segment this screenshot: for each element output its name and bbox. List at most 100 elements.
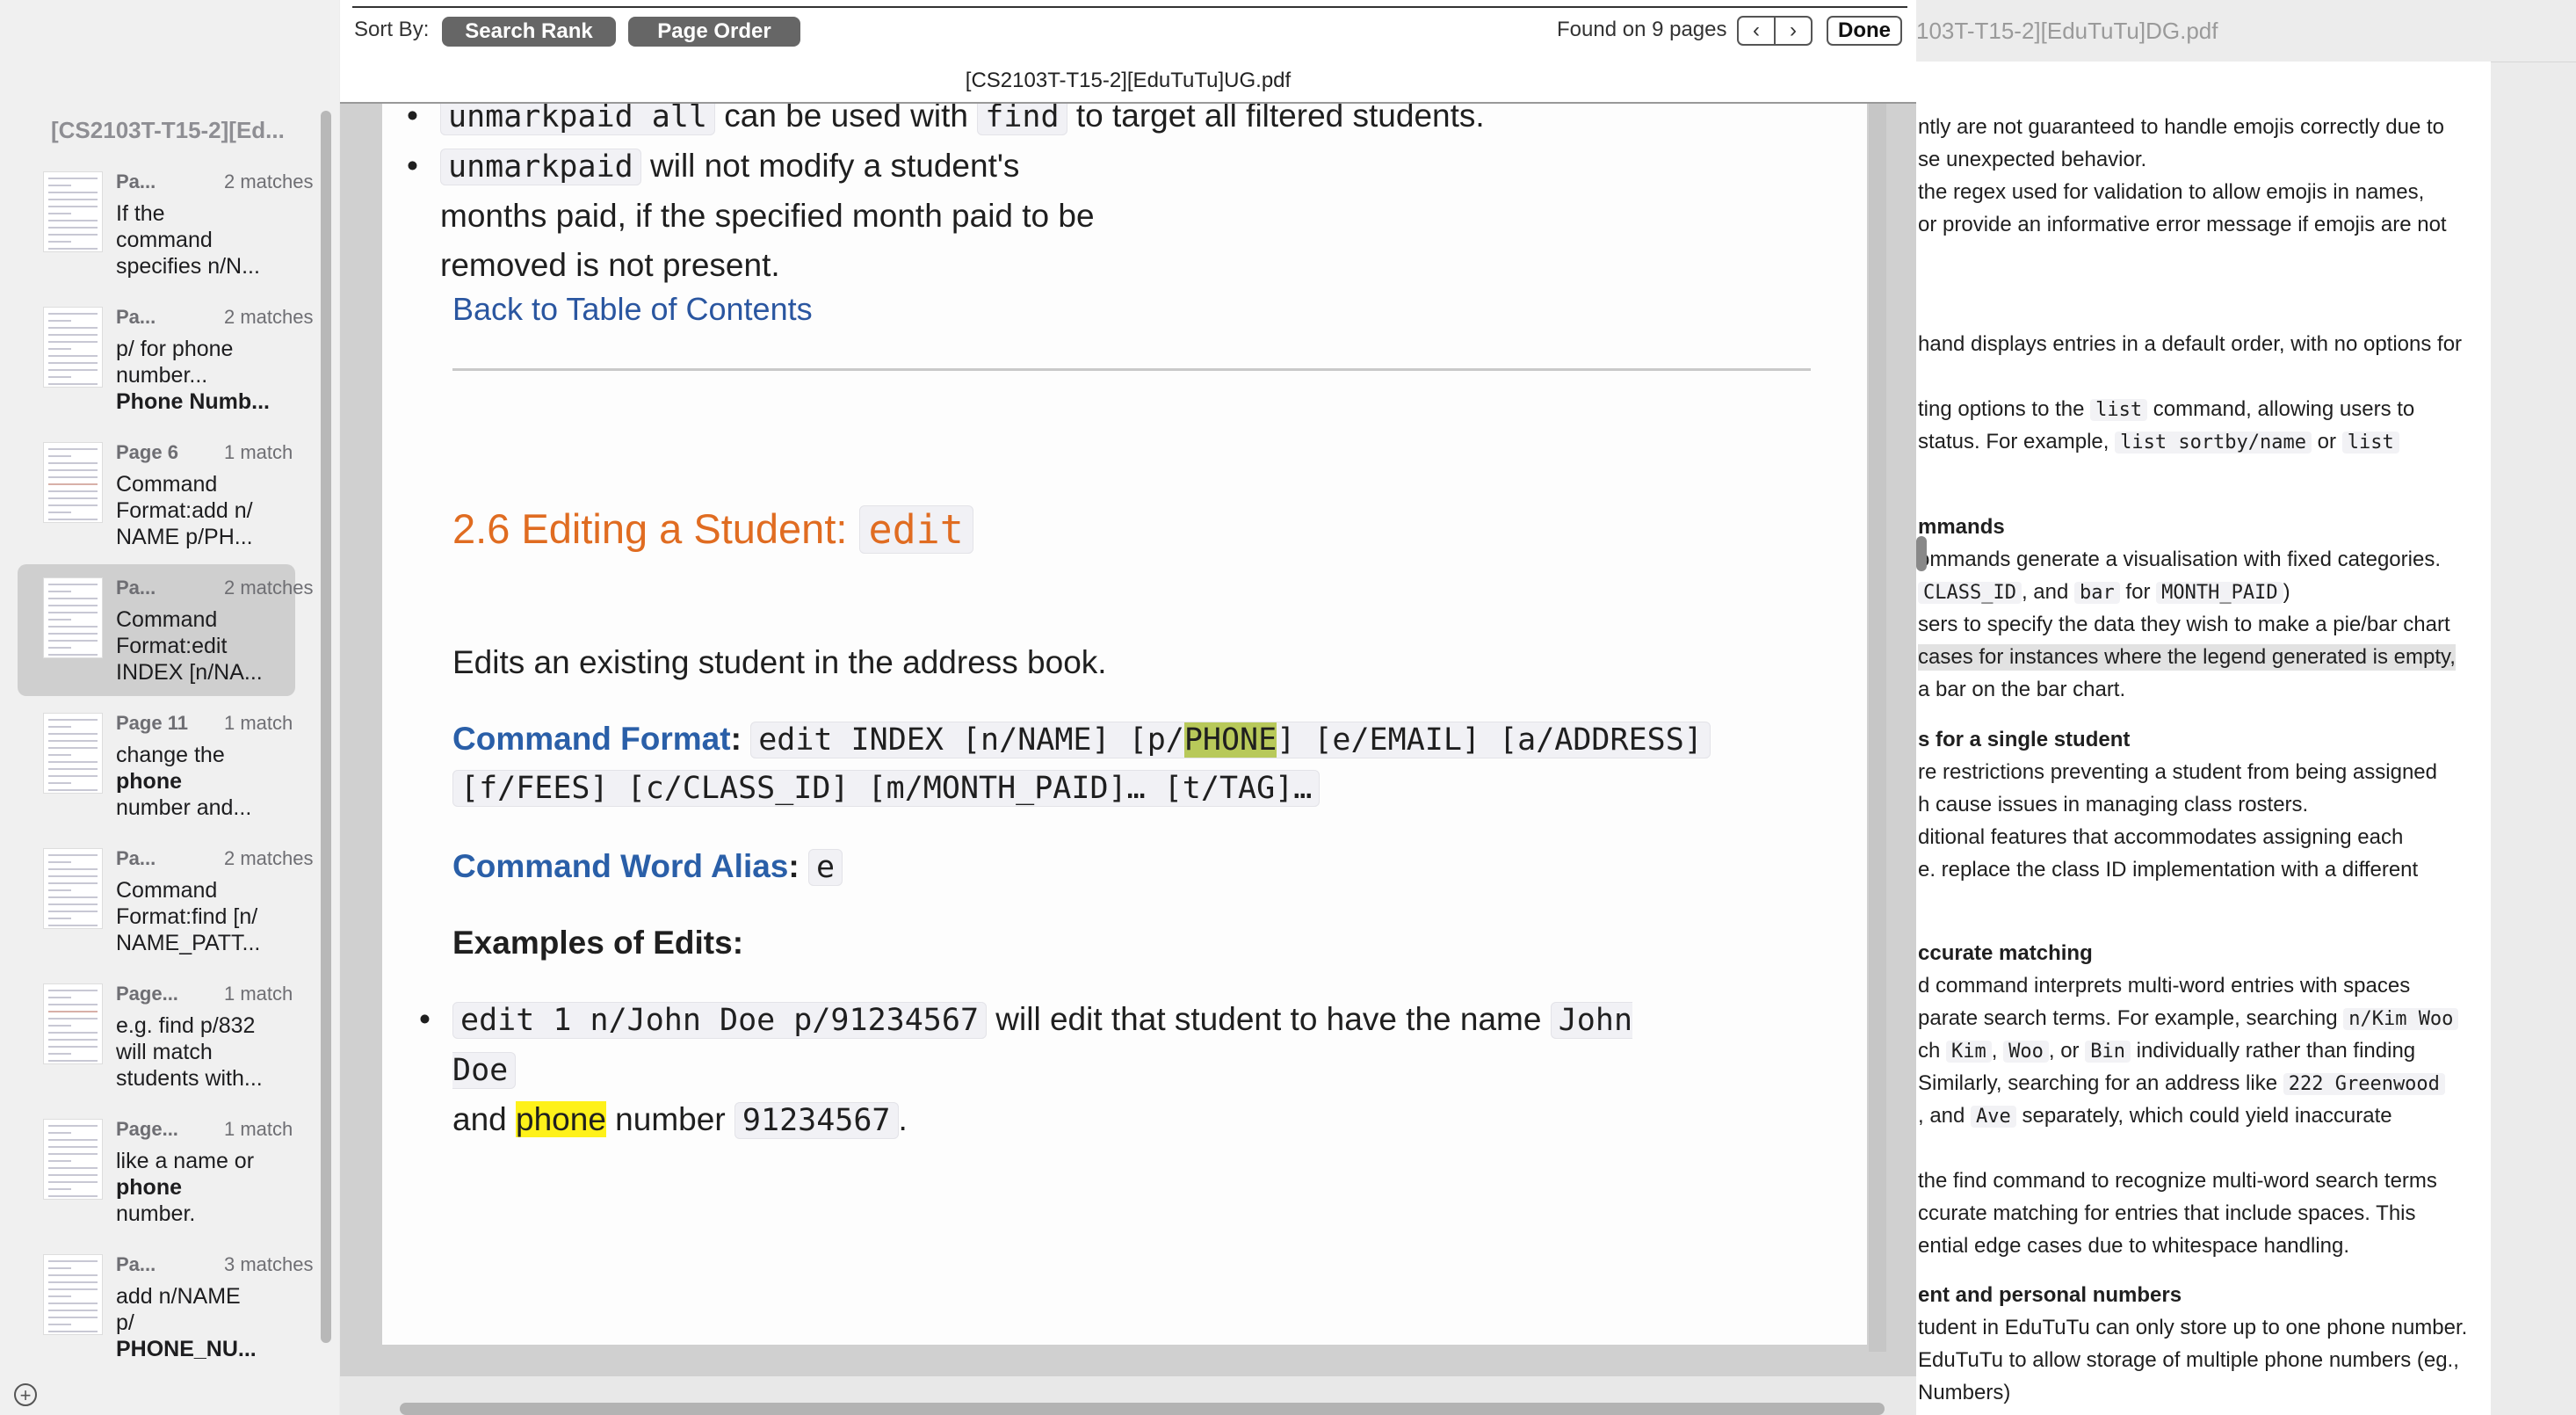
search-result-item[interactable]: Page... 1 match like a name or phone number. <box>18 1106 295 1237</box>
document-line: Similarly, searching for an address like… <box>1918 1070 2445 1098</box>
done-button[interactable]: Done <box>1827 16 1902 46</box>
background-scrollbar[interactable] <box>1916 536 1927 571</box>
inline-code: 91234567 <box>734 1102 899 1139</box>
page-thumbnail <box>44 849 102 928</box>
search-result-item[interactable]: Page... 1 match e.g. find p/832 will match s… <box>18 970 295 1102</box>
result-snippet: change the phone number and... <box>116 742 292 821</box>
line-text: ccurate matching for entries that includ… <box>1918 1201 2416 1225</box>
line-text: d command interprets multi-word entries … <box>1918 974 2411 998</box>
line-text: individually rather than finding <box>2130 1039 2416 1063</box>
list-item-text: will edit that student to have the name <box>987 1001 1551 1037</box>
background-document-page: ntly are not guaranteed to handle emojis… <box>1916 62 2491 1415</box>
document-line: parate search terms. For example, search… <box>1918 1005 2459 1033</box>
document-line: Numbers) <box>1918 1380 2010 1406</box>
document-viewer: unmarkpaid all can be used with find to … <box>340 0 1916 1415</box>
result-snippet-line: number... <box>116 363 208 388</box>
line-text: se unexpected behavior. <box>1918 148 2147 171</box>
find-bar: Sort By: Search Rank Page Order Found on… <box>340 0 1916 104</box>
sidebar-scrollbar[interactable] <box>321 111 331 1343</box>
page-thumbnail <box>44 308 102 387</box>
document-line: ccurate matching for entries that includ… <box>1918 1201 2416 1227</box>
command-format-code-line2: [f/FEES] [c/CLASS_ID] [m/MONTH_PAID]… [t… <box>452 770 1321 807</box>
examples-heading: Examples of Edits: <box>452 925 744 961</box>
window-title: 103T-T15-2][EduTuTu]DG.pdf <box>1916 18 2218 44</box>
sort-page-order-button[interactable]: Page Order <box>628 17 800 47</box>
line-text: for <box>2119 580 2157 604</box>
list-item: edit 1 n/John Doe p/91234567 will edit t… <box>394 995 1712 1145</box>
section-divider <box>452 368 1811 371</box>
line-text: ) <box>2283 580 2290 604</box>
result-match-count: 2 matches <box>224 306 314 328</box>
document-line: ential edge cases due to whitespace hand… <box>1918 1233 2349 1259</box>
document-line: ting options to the list command, allowi… <box>1918 396 2414 424</box>
search-result-item[interactable]: Pa... 2 matches Command Format:edit INDEX [n… <box>18 564 314 696</box>
result-snippet-line: NAME_PATT... <box>116 931 261 955</box>
next-result-button[interactable]: › <box>1776 18 1811 44</box>
result-snippet-line: Format:find [n/ <box>116 904 258 929</box>
result-page-label: Pa... <box>116 171 156 192</box>
horizontal-scrollbar[interactable] <box>400 1403 1885 1415</box>
result-match-count: 2 matches <box>224 847 314 869</box>
section-heading: 2.6 Editing a Student: edit <box>452 499 973 560</box>
list-item-text: . <box>898 1101 908 1137</box>
document-line: ch Kim, Woo, or Bin individually rather … <box>1918 1038 2415 1065</box>
inline-code: edit <box>858 505 973 554</box>
result-snippet-line: add n/NAME <box>116 1284 241 1309</box>
background-document-window: 103T-T15-2][EduTuTu]DG.pdf ntly are not … <box>1916 0 2576 1415</box>
previous-result-button[interactable]: ‹ <box>1739 18 1776 44</box>
result-snippet: p/ for phone number... Phone Numb... <box>116 336 292 415</box>
result-page-label: Page... <box>116 983 178 1005</box>
result-snippet-line: Command <box>116 878 218 903</box>
result-snippet-line: NAME p/PH... <box>116 525 253 549</box>
page-thumbnail <box>44 1120 102 1199</box>
inline-code: MONTH_PAID <box>2156 582 2283 604</box>
line-text: ting options to the <box>1918 397 2091 421</box>
result-snippet-line: phone <box>116 769 182 794</box>
document-line: mmands <box>1918 514 2005 541</box>
result-snippet: like a name or phone number. <box>116 1148 292 1227</box>
search-highlight-current: PHONE <box>1183 722 1277 758</box>
unmarkpaid-notes-list: unmarkpaid all can be used with find to … <box>382 91 1841 290</box>
search-result-item[interactable]: Pa... 2 matches If the command specifies n/N… <box>18 158 314 290</box>
result-match-count: 2 matches <box>224 577 314 599</box>
sidebar-document-title: [CS2103T-T15-2][Ed... <box>51 117 285 143</box>
document-line: cases for instances where the legend gen… <box>1918 644 2456 671</box>
inline-code: n/Kim Woo <box>2343 1008 2459 1030</box>
line-text: status. For example, <box>1918 430 2116 454</box>
vertical-scrollbar[interactable] <box>1869 104 1886 1352</box>
page-thumbnail <box>44 172 102 251</box>
sort-search-rank-button[interactable]: Search Rank <box>442 17 616 47</box>
result-snippet: Command Format:find [n/NAME_PATT... <box>116 877 292 956</box>
document-name: [CS2103T-T15-2][EduTuTu]UG.pdf <box>965 69 1292 92</box>
line-text: tudent in EduTuTu can only store up to o… <box>1918 1316 2468 1339</box>
add-button[interactable]: + <box>14 1383 37 1406</box>
command-alias: Command Word Alias: e <box>452 842 843 892</box>
line-text: Similarly, searching for an address like <box>1918 1071 2283 1095</box>
search-result-item[interactable]: Page 11 1 match change the phone number and.… <box>18 700 295 831</box>
result-snippet: If the command specifies n/N... <box>116 200 292 279</box>
inline-code: Ave <box>1971 1106 2016 1128</box>
back-to-toc-link[interactable]: Back to Table of Contents <box>452 285 813 334</box>
line-text: s for a single student <box>1918 728 2131 751</box>
result-snippet-line: Command <box>116 607 218 632</box>
search-result-item[interactable]: Page 6 1 match Command Format:add n/NAME p/… <box>18 429 295 561</box>
result-match-count: 1 match <box>224 441 293 463</box>
result-match-count: 1 match <box>224 1118 293 1140</box>
document-line: tudent in EduTuTu can only store up to o… <box>1918 1315 2467 1341</box>
result-snippet-line: Command <box>116 472 218 497</box>
document-line: s for a single student <box>1918 727 2130 753</box>
result-snippet-line: like a name or <box>116 1149 255 1173</box>
result-match-count: 1 match <box>224 712 293 734</box>
search-result-item[interactable]: Pa... 3 matches add n/NAME p/PHONE_NU... <box>18 1241 314 1373</box>
document-line: status. For example, list sortby/name or… <box>1918 429 2399 456</box>
inline-code: edit 1 n/John Doe p/91234567 <box>452 1002 988 1039</box>
command-format: Command Format: edit INDEX [n/NAME] [p/P… <box>452 715 1788 812</box>
search-result-item[interactable]: Pa... 2 matches p/ for phone number... Phone… <box>18 294 314 425</box>
document-line: EduTuTu to allow storage of multiple pho… <box>1918 1347 2459 1374</box>
result-page-label: Page 6 <box>116 441 178 463</box>
list-item: unmarkpaid will not modify a student's m… <box>382 142 1117 290</box>
search-result-item[interactable]: Pa... 2 matches Command Format:find [n/NAME… <box>18 835 314 967</box>
inline-code: Kim <box>1946 1041 1992 1063</box>
window-titlebar: 103T-T15-2][EduTuTu]DG.pdf <box>1916 0 2576 62</box>
result-match-count: 3 matches <box>224 1253 314 1275</box>
